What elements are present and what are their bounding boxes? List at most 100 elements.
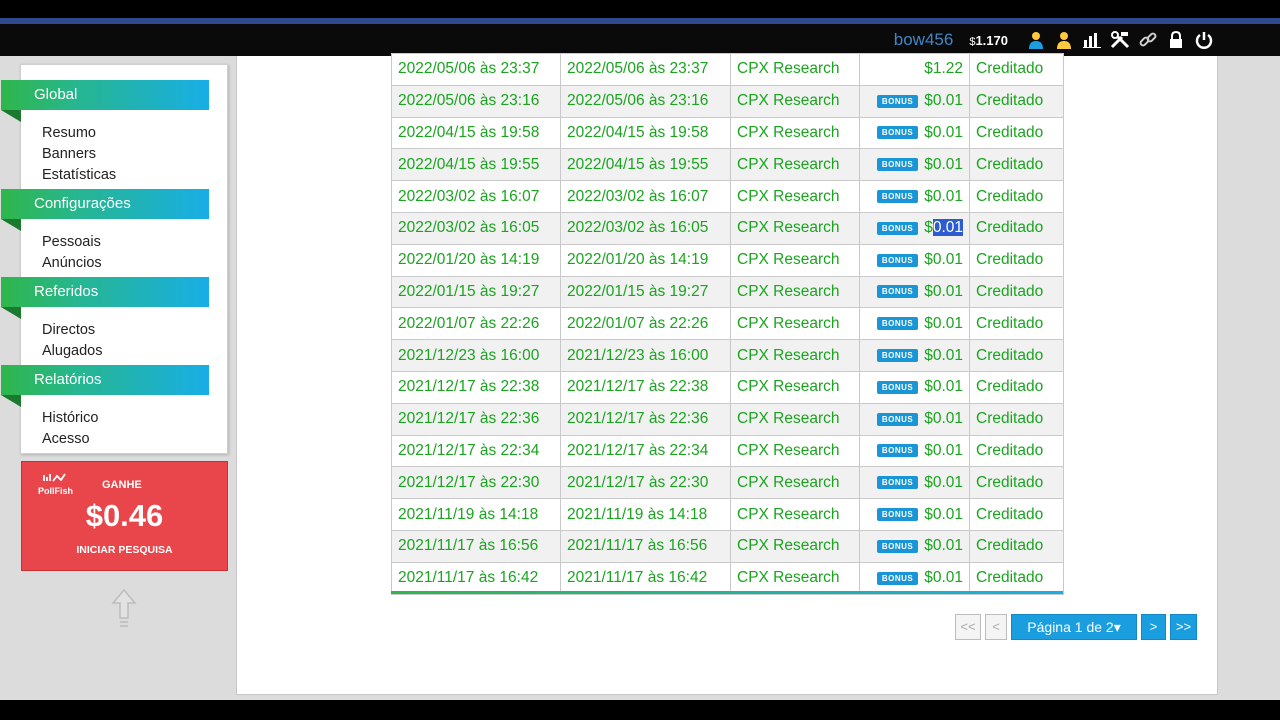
lock-icon[interactable] [1162,28,1190,52]
sidebar-section-global[interactable]: Global [1,80,209,122]
source-cell: CPX Research [730,529,860,563]
source-cell: CPX Research [730,53,860,86]
date-cell: 2021/12/17 às 22:36 [391,402,561,436]
table-bottom-border [391,591,1063,594]
status-cell: Creditado [969,370,1064,404]
amount-cell: $1.22 [859,53,970,86]
stats-chart-icon[interactable] [1078,28,1106,52]
sidebar-item-historico[interactable]: Histórico [42,408,98,429]
table-row: 2022/03/02 às 16:07 2022/03/02 às 16:07 CP… [391,180,1064,213]
table-row: 2022/03/02 às 16:05 2022/03/02 às 16:05 CP… [391,211,1064,245]
bonus-badge: BONUS [876,507,919,521]
source-cell: CPX Research [730,466,860,500]
page-area: Global Resumo Banners Estatísticas Confi… [0,53,1280,700]
status-cell: Creditado [969,180,1064,213]
amount-cell: BONUS $0.01 [859,402,970,436]
table-row: 2022/04/15 às 19:58 2022/04/15 às 19:58 CP… [391,116,1064,150]
date-cell: 2022/03/02 às 16:07 [391,180,561,213]
start-survey-button[interactable]: INICIAR PESQUISA [22,544,227,556]
status-cell: Creditado [969,434,1064,468]
source-cell: CPX Research [730,561,860,595]
status-cell: Creditado [969,116,1064,150]
bonus-badge: BONUS [876,285,919,299]
referral-user-icon[interactable] [1050,28,1078,52]
ad-earn-label: GANHE [102,479,142,491]
status-cell: Creditado [969,275,1064,309]
table-row: 2021/11/17 às 16:56 2021/11/17 às 16:56 CP… [391,529,1064,563]
credit-date-cell: 2021/11/17 às 16:56 [560,529,731,563]
table-row: 2022/01/07 às 22:26 2022/01/07 às 22:26 CP… [391,307,1064,341]
table-row: 2021/12/17 às 22:34 2021/12/17 às 22:34 CP… [391,434,1064,468]
status-cell: Creditado [969,243,1064,277]
table-row: 2022/01/15 às 19:27 2022/01/15 às 19:27 CP… [391,275,1064,309]
amount-cell: BONUS $0.01 [859,116,970,150]
amount-cell: BONUS $0.01 [859,307,970,341]
sidebar-item-alugados[interactable]: Alugados [42,341,102,362]
ad-amount: $0.46 [85,498,164,533]
credit-date-cell: 2021/11/17 às 16:42 [560,561,731,595]
sidebar-item-acesso[interactable]: Acesso [42,429,90,450]
sidebar-section-relatorios[interactable]: Relatórios [1,365,209,407]
amount-value: $0.01 [924,314,963,332]
status-cell: Creditado [969,402,1064,436]
bonus-badge: BONUS [876,348,919,362]
source-cell: CPX Research [730,402,860,436]
sidebar-item-estatisticas[interactable]: Estatísticas [42,165,116,186]
sidebar-item-directos[interactable]: Directos [42,320,95,341]
table-row: 2021/12/23 às 16:00 2021/12/23 às 16:00 CP… [391,339,1064,372]
source-cell: CPX Research [730,339,860,372]
amount-cell: BONUS $0.01 [859,339,970,372]
credit-date-cell: 2021/12/17 às 22:34 [560,434,731,468]
sidebar-item-banners[interactable]: Banners [42,144,96,165]
link-icon[interactable] [1134,28,1162,52]
amount-value: $0.01 [924,187,963,205]
amount-value: $0.01 [924,410,963,428]
table-row: 2021/12/17 às 22:30 2021/12/17 às 22:30 CP… [391,466,1064,500]
source-cell: CPX Research [730,434,860,468]
page-select-dropdown[interactable]: Página 1 de 2▾ [1011,614,1137,640]
window-top-strip [0,0,1280,18]
first-page-button[interactable]: << [955,614,981,640]
scroll-top-arrow-icon[interactable] [111,588,137,628]
last-page-button[interactable]: >> [1170,614,1197,640]
sidebar-item-pessoais[interactable]: Pessoais [42,232,101,253]
amount-cell: BONUS $0.01 [859,243,970,277]
sidebar-item-resumo[interactable]: Resumo [42,123,96,144]
source-cell: CPX Research [730,307,860,341]
prev-page-button[interactable]: < [985,614,1007,640]
sidebar-item-anuncios[interactable]: Anúncios [42,253,102,274]
sidebar-section-referidos[interactable]: Referidos [1,277,209,319]
tools-icon[interactable] [1106,28,1134,52]
amount-value: $0.01 [924,92,963,110]
table-row: 2022/01/20 às 14:19 2022/01/20 às 14:19 CP… [391,243,1064,277]
source-cell: CPX Research [730,275,860,309]
table-row: 2021/11/19 às 14:18 2021/11/19 às 14:18 CP… [391,498,1064,531]
power-icon[interactable] [1190,28,1218,52]
date-cell: 2021/12/17 às 22:30 [391,466,561,500]
status-cell: Creditado [969,84,1064,118]
date-cell: 2021/12/23 às 16:00 [391,339,561,372]
bonus-badge: BONUS [876,94,919,108]
sidebar-menu: Global Resumo Banners Estatísticas Confi… [1,64,228,454]
table-row: 2022/04/15 às 19:55 2022/04/15 às 19:55 CP… [391,148,1064,182]
table-row: 2021/11/17 às 16:42 2021/11/17 às 16:42 CP… [391,561,1064,595]
chevron-down-icon: ▾ [1113,619,1121,635]
survey-ad-box[interactable]: PollFish GANHE $0.46 INICIAR PESQUISA [21,461,228,571]
next-page-button[interactable]: > [1141,614,1166,640]
sidebar-section-configuracoes[interactable]: Configurações [1,189,209,231]
bonus-badge: BONUS [876,221,919,235]
amount-cell: BONUS $0.01 [859,529,970,563]
main-content-panel: 2022/05/06 às 23:37 2022/05/06 às 23:37 CP… [236,53,1218,695]
date-cell: 2022/05/06 às 23:16 [391,84,561,118]
status-cell: Creditado [969,529,1064,563]
username-link[interactable]: bow456 [894,30,954,50]
source-cell: CPX Research [730,180,860,213]
status-cell: Creditado [969,466,1064,500]
status-cell: Creditado [969,211,1064,245]
table-row: 2022/05/06 às 23:16 2022/05/06 às 23:16 CP… [391,84,1064,118]
credit-date-cell: 2022/04/15 às 19:55 [560,148,731,182]
table-row: 2021/12/17 às 22:36 2021/12/17 às 22:36 CP… [391,402,1064,436]
pollfish-logo-icon [42,473,66,482]
date-cell: 2022/04/15 às 19:55 [391,148,561,182]
user-icon[interactable] [1022,28,1050,52]
